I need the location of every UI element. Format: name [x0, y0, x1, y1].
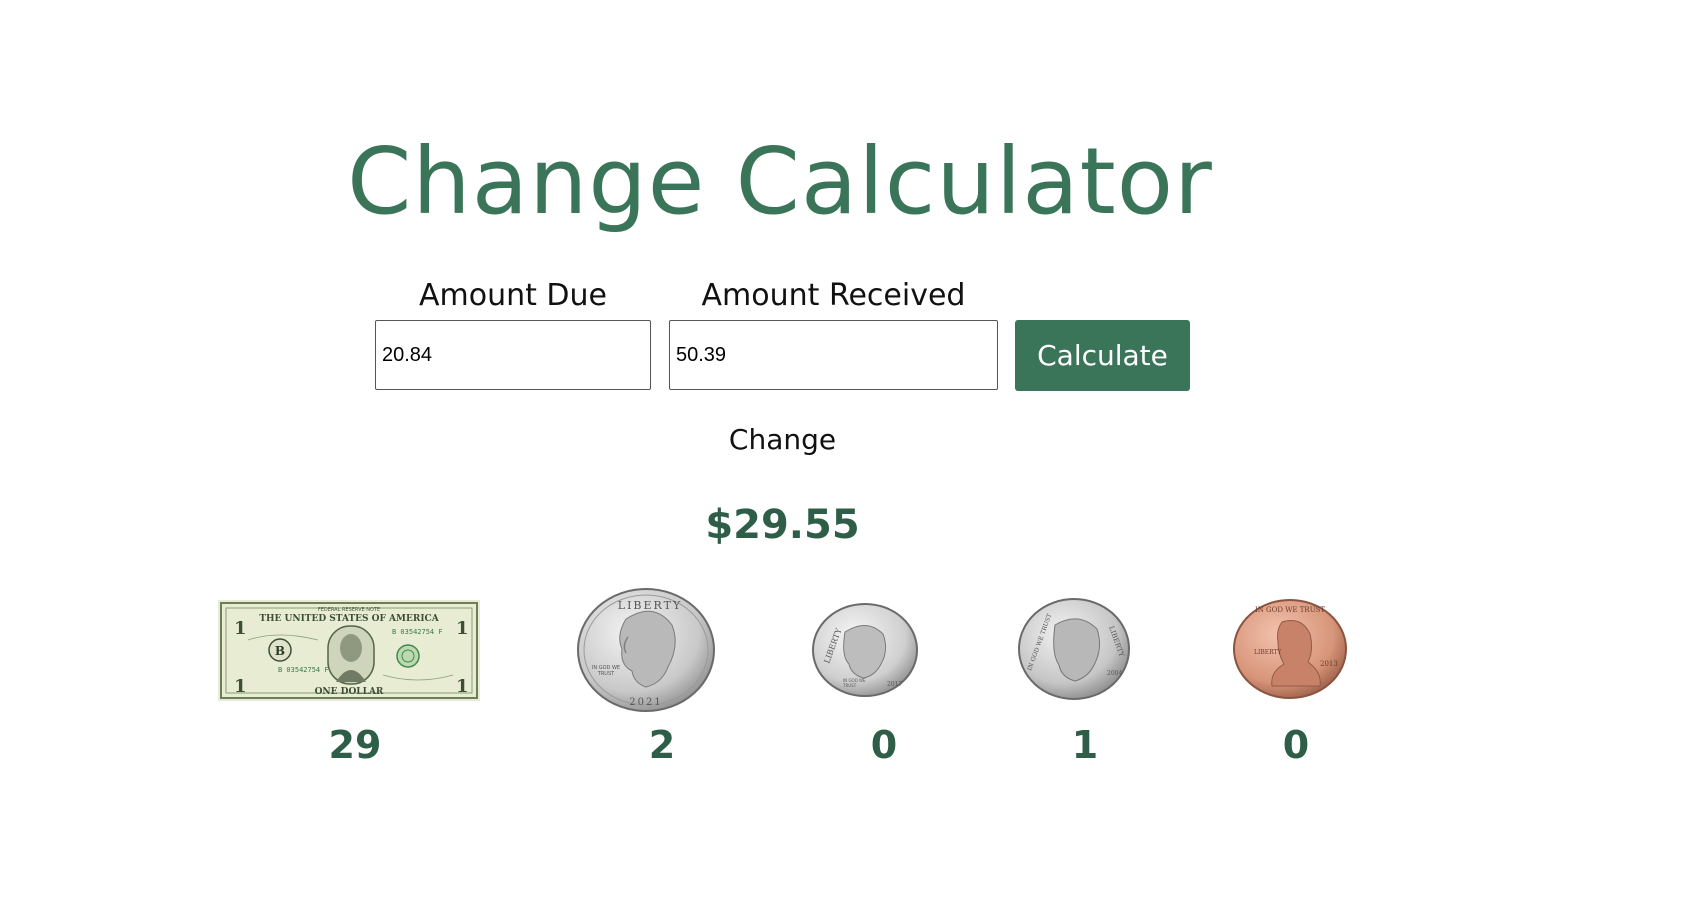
amount-received-input[interactable] — [669, 320, 998, 390]
quarter-count: 2 — [648, 723, 676, 767]
amount-received-label: Amount Received — [701, 278, 966, 313]
svg-text:FEDERAL RESERVE NOTE: FEDERAL RESERVE NOTE — [318, 607, 380, 613]
amount-due-input[interactable] — [375, 320, 651, 390]
nickel-count: 1 — [1071, 723, 1099, 767]
page-title: Change Calculator — [347, 128, 1213, 235]
denomination-dime: LIBERTY IN GOD WE TRUST 2017 0 — [811, 585, 919, 775]
svg-text:B 03542754 F: B 03542754 F — [392, 628, 443, 636]
dollar-count: 29 — [328, 723, 382, 767]
svg-text:LIBERTY: LIBERTY — [1254, 649, 1283, 656]
svg-text:B: B — [275, 644, 285, 658]
svg-text:1: 1 — [234, 676, 247, 697]
denomination-nickel: IN GOD WE TRUST LIBERTY 2004 1 — [1017, 585, 1131, 775]
change-label: Change — [728, 423, 837, 456]
svg-text:ONE DOLLAR: ONE DOLLAR — [315, 687, 384, 697]
svg-text:TRUST: TRUST — [597, 671, 615, 677]
change-calculator-page: Change Calculator Amount Due Amount Rece… — [0, 0, 1700, 900]
svg-text:IN GOD WE TRUST: IN GOD WE TRUST — [1255, 606, 1325, 614]
svg-text:THE UNITED STATES OF AMERICA: THE UNITED STATES OF AMERICA — [259, 614, 439, 624]
change-amount: $29.55 — [705, 502, 860, 548]
nickel-coin-image: IN GOD WE TRUST LIBERTY 2004 — [1018, 598, 1130, 700]
svg-text:1: 1 — [456, 676, 469, 697]
penny-count: 0 — [1282, 723, 1310, 767]
denomination-quarter: LIBERTY IN GOD WE TRUST 2021 2 — [576, 585, 716, 775]
amount-due-label: Amount Due — [419, 278, 607, 313]
svg-text:TRUST: TRUST — [842, 683, 857, 688]
svg-text:B 03542754 F: B 03542754 F — [278, 666, 329, 674]
svg-text:1: 1 — [456, 618, 469, 639]
dime-coin-image: LIBERTY IN GOD WE TRUST 2017 — [812, 603, 918, 697]
svg-text:1: 1 — [234, 618, 247, 639]
one-dollar-bill-image: FEDERAL RESERVE NOTE THE UNITED STATES O… — [218, 600, 480, 701]
denomination-penny: IN GOD WE TRUST LIBERTY 2013 0 — [1232, 585, 1348, 775]
svg-text:LIBERTY: LIBERTY — [618, 599, 682, 612]
dime-count: 0 — [870, 723, 898, 767]
calculate-button[interactable]: Calculate — [1015, 320, 1190, 391]
svg-text:2013: 2013 — [1320, 660, 1338, 668]
svg-text:2004: 2004 — [1107, 670, 1122, 677]
svg-text:2017: 2017 — [887, 681, 902, 688]
svg-text:2021: 2021 — [629, 697, 662, 708]
denomination-dollar: FEDERAL RESERVE NOTE THE UNITED STATES O… — [218, 585, 480, 775]
quarter-coin-image: LIBERTY IN GOD WE TRUST 2021 — [577, 588, 715, 712]
penny-coin-image: IN GOD WE TRUST LIBERTY 2013 — [1233, 599, 1347, 699]
